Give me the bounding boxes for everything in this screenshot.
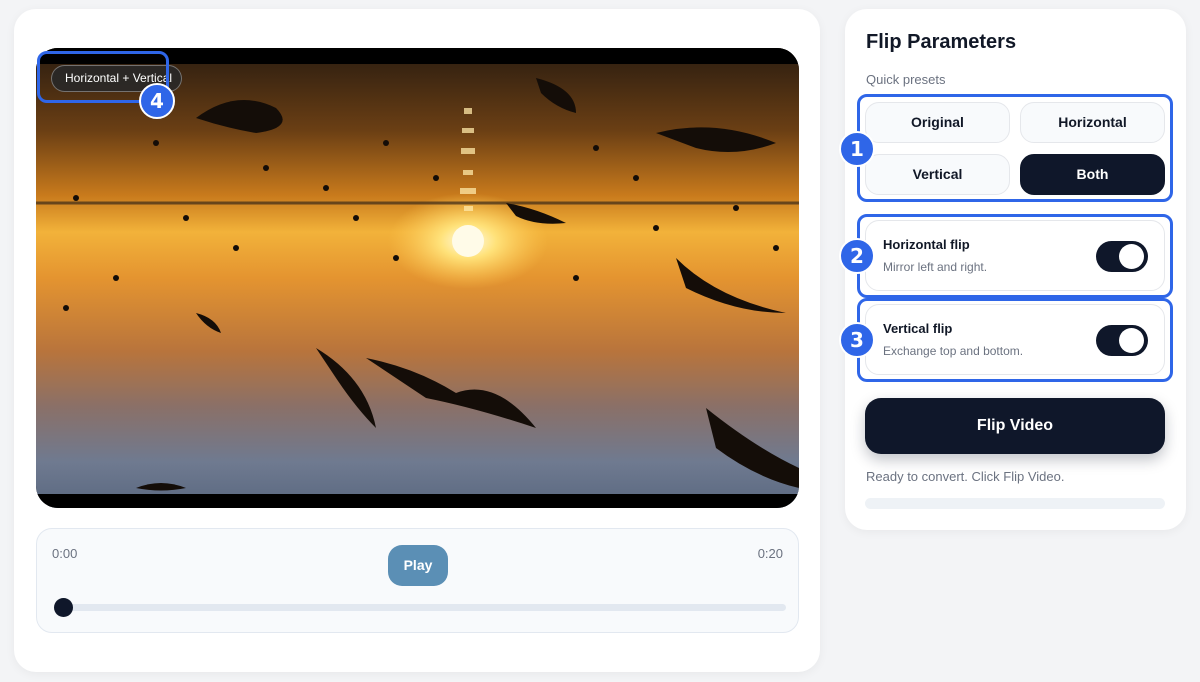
horizontal-flip-toggle[interactable]: [1096, 241, 1148, 272]
horizontal-flip-row: Horizontal flip Mirror left and right.: [865, 220, 1165, 291]
toggle-knob: [1119, 328, 1144, 353]
video-preview-card: Horizontal + Vertical 0:00 0:20 Play: [14, 9, 820, 672]
annotation-marker-3: 3: [839, 322, 875, 358]
annotation-marker-2: 2: [839, 238, 875, 274]
preset-vertical-button[interactable]: Vertical: [865, 154, 1010, 195]
conversion-progress-bar: [865, 498, 1165, 509]
status-text: Ready to convert. Click Flip Video.: [866, 469, 1065, 484]
flip-parameters-panel: Flip Parameters Quick presets Original H…: [845, 9, 1186, 530]
play-button[interactable]: Play: [388, 545, 448, 586]
annotation-marker-1: 1: [839, 131, 875, 167]
seek-handle[interactable]: [54, 598, 73, 617]
presets-label: Quick presets: [866, 72, 946, 87]
horizontal-flip-title: Horizontal flip: [883, 237, 970, 252]
flip-video-button[interactable]: Flip Video: [865, 398, 1165, 454]
toggle-knob: [1119, 244, 1144, 269]
current-time: 0:00: [52, 546, 78, 561]
preset-original-button[interactable]: Original: [865, 102, 1010, 143]
duration-time: 0:20: [757, 546, 783, 561]
horizontal-flip-description: Mirror left and right.: [883, 260, 988, 274]
vertical-flip-toggle[interactable]: [1096, 325, 1148, 356]
preset-both-button[interactable]: Both: [1020, 154, 1165, 195]
annotation-marker-4: 4: [139, 83, 175, 119]
vertical-flip-title: Vertical flip: [883, 321, 953, 336]
panel-title: Flip Parameters: [866, 31, 1017, 53]
player-controls: 0:00 0:20 Play: [36, 528, 799, 633]
preset-horizontal-button[interactable]: Horizontal: [1020, 102, 1165, 143]
seek-bar[interactable]: [54, 598, 786, 617]
vertical-flip-description: Exchange top and bottom.: [883, 344, 1024, 358]
vertical-flip-row: Vertical flip Exchange top and bottom.: [865, 304, 1165, 375]
